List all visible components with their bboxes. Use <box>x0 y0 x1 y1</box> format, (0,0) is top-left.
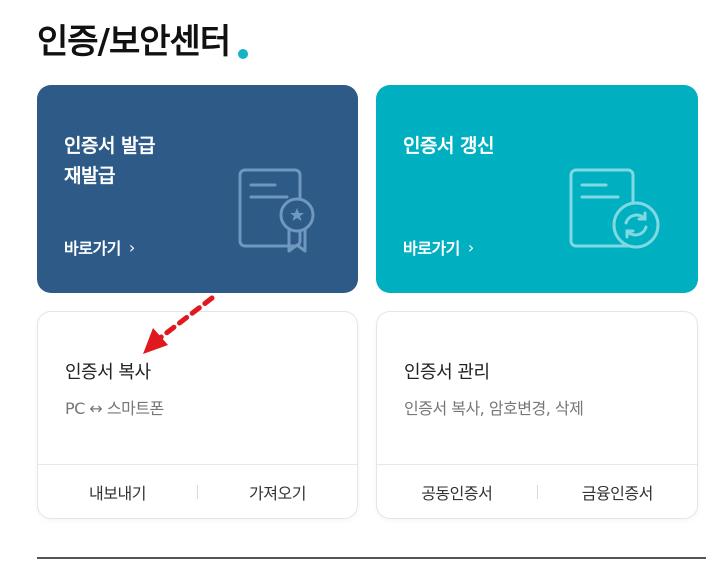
import-button[interactable]: 가져오기 <box>198 480 357 504</box>
section-divider <box>37 557 706 559</box>
card-certificate-renew[interactable]: 인증서 갱신 바로가기 › <box>376 85 698 293</box>
card-copy-actions: 내보내기 가져오기 <box>38 464 357 518</box>
certificate-award-icon <box>238 168 315 253</box>
certificate-renew-icon <box>569 168 660 249</box>
card-issue-shortcut-link[interactable]: 바로가기 › <box>64 235 135 259</box>
page-title: 인증/보안센터 <box>37 14 249 63</box>
card-renew-heading-line1: 인증서 갱신 <box>403 135 495 157</box>
card-renew-shortcut-label: 바로가기 <box>403 239 460 258</box>
card-certificate-manage: 인증서 관리 인증서 복사, 암호변경, 삭제 공동인증서 금융인증서 <box>376 311 698 519</box>
card-manage-actions: 공동인증서 금융인증서 <box>377 464 697 518</box>
page-title-text: 인증/보안센터 <box>37 22 231 62</box>
title-accent-dot <box>238 49 249 59</box>
card-renew-heading: 인증서 갱신 <box>403 131 495 161</box>
card-copy-subtitle: PC ↔ 스마트폰 <box>65 399 164 418</box>
card-renew-shortcut-link[interactable]: 바로가기 › <box>403 235 474 259</box>
card-issue-heading: 인증서 발급 재발급 <box>64 131 156 191</box>
card-issue-heading-line1: 인증서 발급 <box>64 135 156 157</box>
card-issue-heading-line2: 재발급 <box>64 165 115 187</box>
joint-certificate-button[interactable]: 공동인증서 <box>377 480 537 504</box>
card-certificate-issue[interactable]: 인증서 발급 재발급 바로가기 › <box>37 85 358 293</box>
annotation-arrow-icon <box>143 295 215 354</box>
export-button[interactable]: 내보내기 <box>38 480 197 504</box>
card-manage-subtitle: 인증서 복사, 암호변경, 삭제 <box>404 399 584 418</box>
chevron-right-icon: › <box>128 237 135 257</box>
financial-certificate-button[interactable]: 금융인증서 <box>538 480 698 504</box>
card-issue-shortcut-label: 바로가기 <box>64 239 121 258</box>
chevron-right-icon: › <box>467 237 474 257</box>
card-manage-title: 인증서 관리 <box>404 362 490 383</box>
